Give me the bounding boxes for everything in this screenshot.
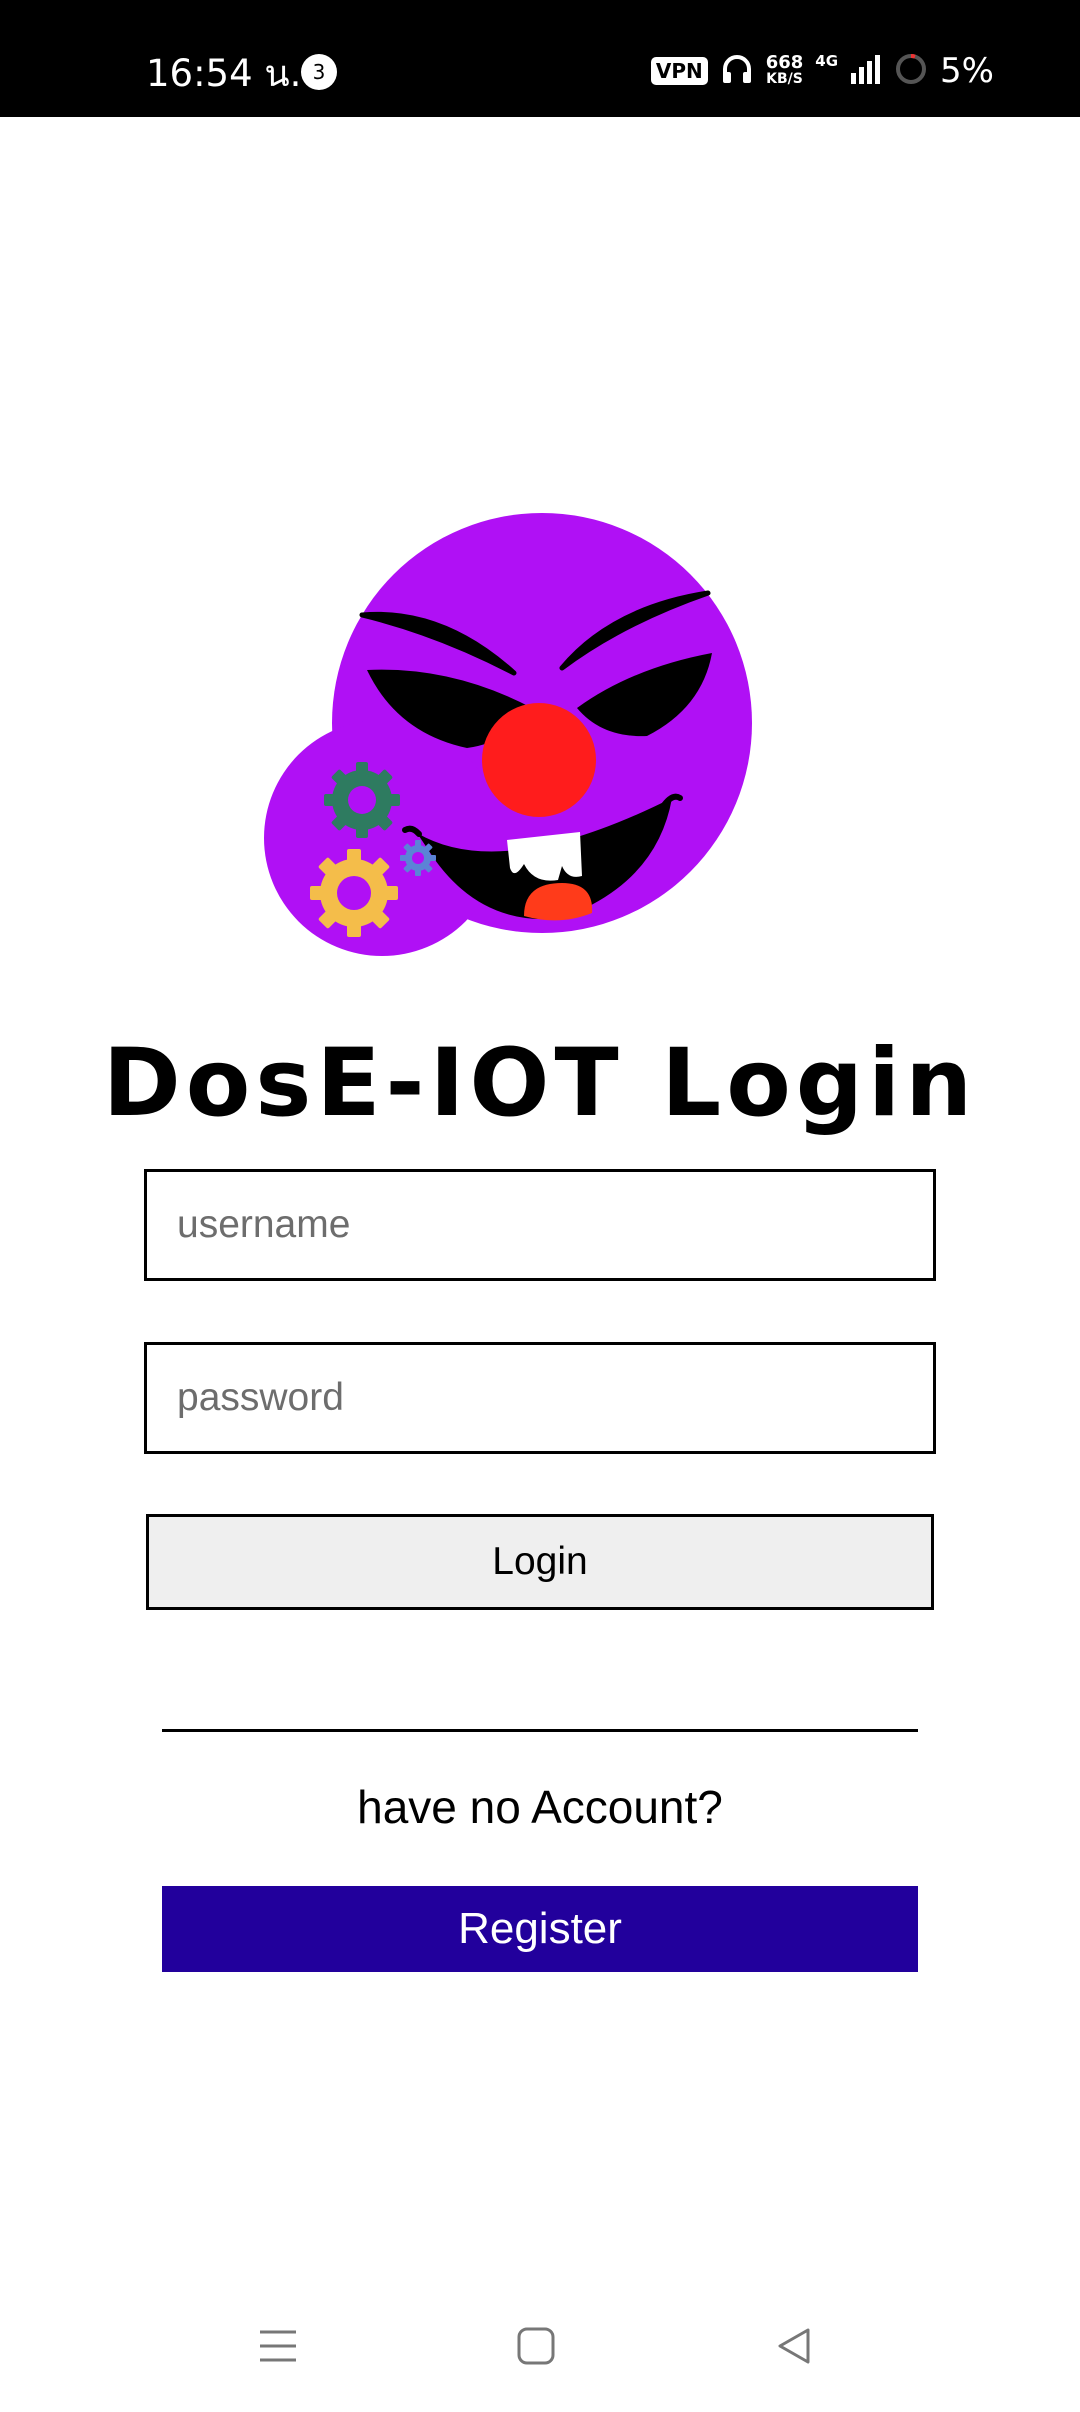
battery-percent: 5% [940, 51, 994, 91]
screen: 16:54 น. 3 VPN 668 KB/S 4G 5% DosE-IOT L… [0, 0, 1080, 2412]
back-icon[interactable] [754, 2316, 834, 2376]
status-bar: 16:54 น. 3 VPN 668 KB/S 4G 5% [0, 0, 1080, 117]
menu-icon[interactable] [238, 2316, 318, 2376]
page-title: DosE-IOT Login [102, 1029, 978, 1138]
home-icon[interactable] [496, 2316, 576, 2376]
notification-count-badge: 3 [301, 54, 337, 90]
network-type: 4G [815, 52, 839, 70]
username-input[interactable] [144, 1169, 936, 1281]
divider [162, 1729, 918, 1732]
network-speed: 668 KB/S [766, 54, 804, 88]
clown-face-with-gears-logo [262, 508, 762, 958]
network-speed-value: 668 [765, 52, 804, 73]
status-time: 16:54 น. [146, 52, 302, 95]
battery-ring-icon [894, 52, 928, 91]
no-account-text: have no Account? [357, 1781, 723, 1833]
vpn-badge: VPN [650, 57, 708, 85]
password-input[interactable] [144, 1342, 936, 1454]
network-speed-unit: KB/S [766, 71, 803, 87]
register-button[interactable]: Register [162, 1886, 918, 1972]
signal-icon [850, 53, 882, 90]
login-button[interactable]: Login [146, 1514, 934, 1610]
status-icons: VPN 668 KB/S 4G 5% [650, 48, 994, 94]
headphones-icon [720, 52, 754, 91]
